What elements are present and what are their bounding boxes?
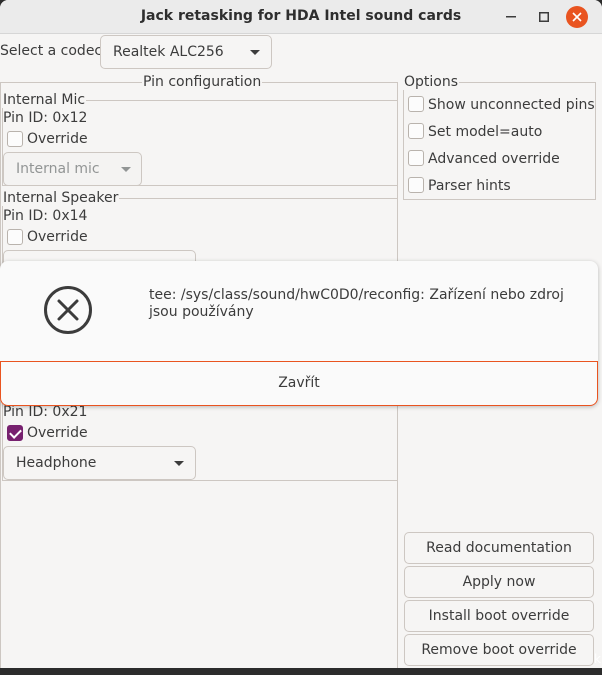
maximize-icon <box>539 12 549 22</box>
internal-speaker-override-label: Override <box>27 229 88 245</box>
apply-now-button[interactable]: Apply now <box>404 566 594 598</box>
show-unconnected-pins-label: Show unconnected pins <box>428 97 595 113</box>
show-unconnected-pins-checkbox[interactable] <box>408 96 424 112</box>
chevron-down-icon <box>121 167 131 172</box>
error-dialog: tee: /sys/class/sound/hwC0D0/reconfig: Z… <box>0 261 598 406</box>
codec-value: Realtek ALC256 <box>113 44 224 60</box>
close-button[interactable] <box>566 6 588 28</box>
dialog-message: tee: /sys/class/sound/hwC0D0/reconfig: Z… <box>149 287 564 320</box>
parser-hints-checkbox[interactable] <box>408 177 424 193</box>
internal-mic-combo[interactable]: Internal mic <box>3 152 142 186</box>
headphone-pin-id: Pin ID: 0x21 <box>3 404 88 420</box>
internal-speaker-title: Internal Speaker <box>2 190 120 206</box>
install-boot-override-button[interactable]: Install boot override <box>404 600 594 632</box>
set-model-auto-checkbox[interactable] <box>408 123 424 139</box>
app-window: Jack retasking for HDA Intel sound cards… <box>0 0 602 668</box>
error-circle-x-icon <box>44 286 92 334</box>
headphone-override-checkbox[interactable] <box>7 425 23 441</box>
options-title: Options <box>403 74 460 90</box>
parser-hints-label: Parser hints <box>428 178 511 194</box>
title-bar: Jack retasking for HDA Intel sound cards <box>0 0 602 34</box>
dialog-close-button[interactable]: Zavřít <box>0 361 598 406</box>
internal-mic-pin-id: Pin ID: 0x12 <box>3 110 88 126</box>
codec-label: Select a codec: <box>0 43 107 59</box>
minimize-icon <box>506 16 516 18</box>
minimize-button[interactable] <box>500 6 522 28</box>
internal-mic-override-label: Override <box>27 131 88 147</box>
headphone-combo[interactable]: Headphone <box>3 446 196 480</box>
internal-mic-title: Internal Mic <box>2 92 87 108</box>
desktop-background <box>0 668 602 675</box>
read-documentation-button[interactable]: Read documentation <box>404 532 594 564</box>
set-model-auto-label: Set model=auto <box>428 124 543 140</box>
headphone-combo-value: Headphone <box>16 455 97 471</box>
pin-configuration-title: Pin configuration <box>142 74 263 90</box>
maximize-button[interactable] <box>533 6 555 28</box>
advanced-override-label: Advanced override <box>428 151 560 167</box>
headphone-override-label: Override <box>27 425 88 441</box>
internal-mic-combo-value: Internal mic <box>16 161 100 177</box>
internal-speaker-pin-id: Pin ID: 0x14 <box>3 208 88 224</box>
background-text: k <box>594 652 601 666</box>
codec-select[interactable]: Realtek ALC256 <box>100 35 272 69</box>
internal-speaker-override-checkbox[interactable] <box>7 229 23 245</box>
remove-boot-override-button[interactable]: Remove boot override <box>404 634 594 666</box>
internal-mic-override-checkbox[interactable] <box>7 131 23 147</box>
close-icon <box>572 12 582 22</box>
advanced-override-checkbox[interactable] <box>408 150 424 166</box>
chevron-down-icon <box>174 461 184 466</box>
chevron-down-icon <box>250 50 260 55</box>
